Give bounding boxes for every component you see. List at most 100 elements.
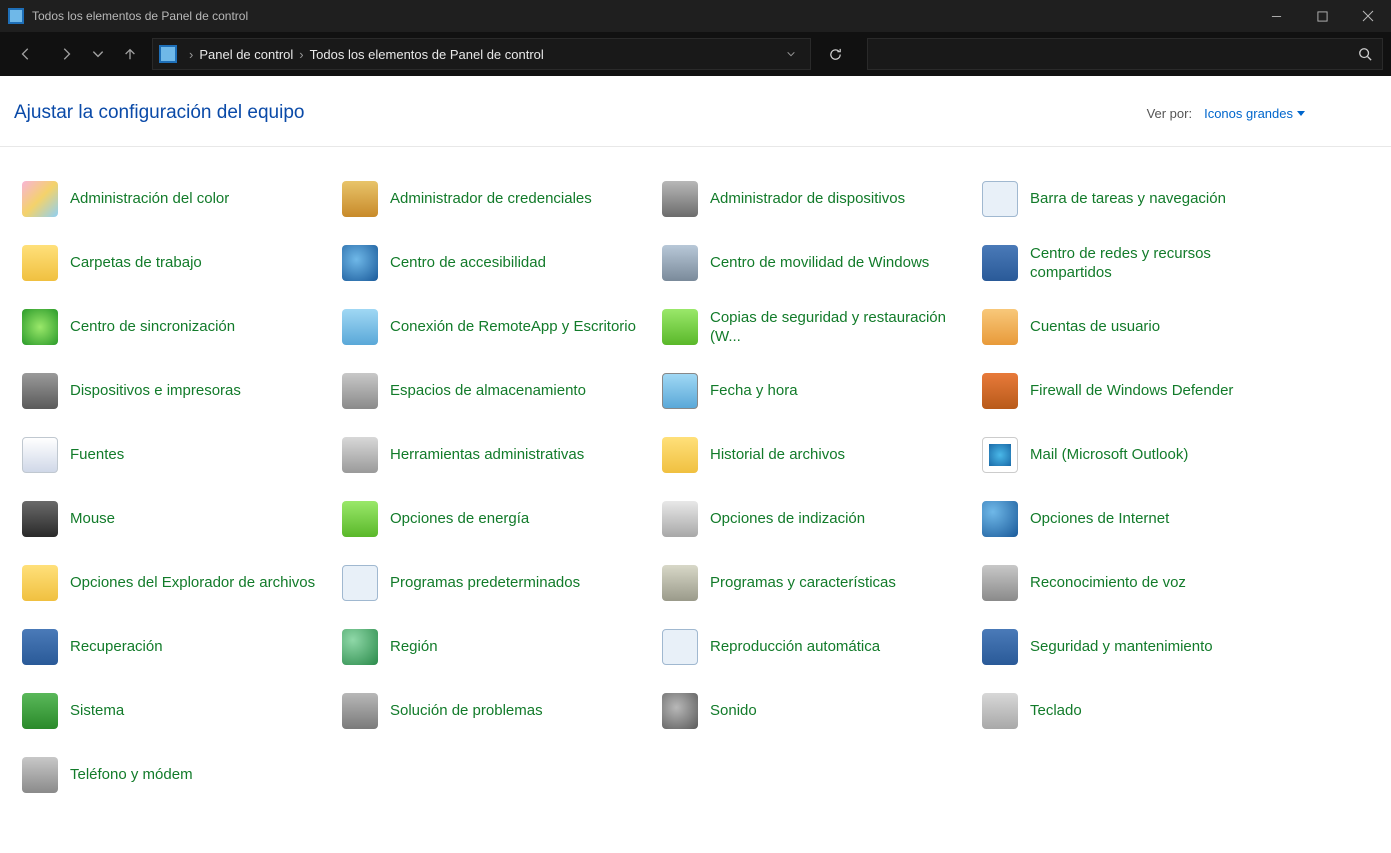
address-bar[interactable]: › Panel de control › Todos los elementos… [152,38,811,70]
item-label: Herramientas administrativas [390,445,584,465]
item-label: Recuperación [70,637,163,657]
control-panel-item-work-folders[interactable]: Carpetas de trabajo [14,231,334,295]
item-label: Administrador de dispositivos [710,189,905,209]
control-panel-item-devices-printers[interactable]: Dispositivos e impresoras [14,359,334,423]
credential-manager-icon [340,179,380,219]
back-button[interactable] [8,38,44,70]
mouse-icon [20,499,60,539]
control-panel-item-admin-tools[interactable]: Herramientas administrativas [334,423,654,487]
storage-spaces-icon [340,371,380,411]
forward-button[interactable] [48,38,84,70]
view-by-dropdown[interactable]: Iconos grandes [1204,106,1305,121]
control-panel-item-mail-outlook[interactable]: Mail (Microsoft Outlook) [974,423,1294,487]
control-panel-item-sync-center[interactable]: Centro de sincronización [14,295,334,359]
control-panel-item-windows-firewall[interactable]: Firewall de Windows Defender [974,359,1294,423]
item-label: Reproducción automática [710,637,880,657]
item-label: Sonido [710,701,757,721]
control-panel-item-network-sharing[interactable]: Centro de redes y recursos compartidos [974,231,1294,295]
control-panel-window-icon [8,8,24,24]
admin-tools-icon [340,435,380,475]
sync-center-icon [20,307,60,347]
control-panel-item-power-options[interactable]: Opciones de energía [334,487,654,551]
control-panel-item-credential-manager[interactable]: Administrador de credenciales [334,167,654,231]
chevron-down-icon [1297,111,1305,116]
view-by-value: Iconos grandes [1204,106,1293,121]
control-panel-item-indexing-options[interactable]: Opciones de indización [654,487,974,551]
control-panel-item-region[interactable]: Región [334,615,654,679]
control-panel-item-remoteapp[interactable]: Conexión de RemoteApp y Escritorio [334,295,654,359]
control-panel-item-date-time[interactable]: Fecha y hora [654,359,974,423]
item-label: Conexión de RemoteApp y Escritorio [390,317,636,337]
mail-outlook-icon [980,435,1020,475]
item-label: Centro de movilidad de Windows [710,253,929,273]
item-label: Copias de seguridad y restauración (W... [710,308,968,347]
item-label: Barra de tareas y navegación [1030,189,1226,209]
item-label: Historial de archivos [710,445,845,465]
ease-of-access-icon [340,243,380,283]
color-management-icon [20,179,60,219]
work-folders-icon [20,243,60,283]
close-button[interactable] [1345,0,1391,32]
item-label: Fuentes [70,445,124,465]
item-label: Mail (Microsoft Outlook) [1030,445,1188,465]
item-label: Seguridad y mantenimiento [1030,637,1213,657]
control-panel-item-ease-of-access[interactable]: Centro de accesibilidad [334,231,654,295]
page-title: Ajustar la configuración del equipo [14,102,304,124]
keyboard-icon [980,691,1020,731]
speech-recognition-icon [980,563,1020,603]
control-panel-item-autoplay[interactable]: Reproducción automática [654,615,974,679]
control-panel-item-device-manager[interactable]: Administrador de dispositivos [654,167,974,231]
control-panel-item-security-maintenance[interactable]: Seguridad y mantenimiento [974,615,1294,679]
control-panel-item-programs-features[interactable]: Programas y características [654,551,974,615]
system-icon [20,691,60,731]
taskbar-navigation-icon [980,179,1020,219]
item-label: Programas predeterminados [390,573,580,593]
backup-restore-icon [660,307,700,347]
control-panel-item-storage-spaces[interactable]: Espacios de almacenamiento [334,359,654,423]
item-label: Teléfono y módem [70,765,193,785]
control-panel-item-color-management[interactable]: Administración del color [14,167,334,231]
control-panel-item-internet-options[interactable]: Opciones de Internet [974,487,1294,551]
remoteapp-icon [340,307,380,347]
maximize-button[interactable] [1299,0,1345,32]
control-panel-item-speech-recognition[interactable]: Reconocimiento de voz [974,551,1294,615]
breadcrumb-item[interactable]: Panel de control [199,47,293,62]
control-panel-item-mouse[interactable]: Mouse [14,487,334,551]
control-panel-item-phone-modem[interactable]: Teléfono y módem [14,743,334,807]
control-panel-item-taskbar-navigation[interactable]: Barra de tareas y navegación [974,167,1294,231]
control-panel-item-mobility-center[interactable]: Centro de movilidad de Windows [654,231,974,295]
date-time-icon [660,371,700,411]
item-label: Sistema [70,701,124,721]
control-panel-item-default-programs[interactable]: Programas predeterminados [334,551,654,615]
refresh-button[interactable] [815,38,855,70]
breadcrumb-item[interactable]: Todos los elementos de Panel de control [310,47,544,62]
item-label: Firewall de Windows Defender [1030,381,1233,401]
control-panel-item-recovery[interactable]: Recuperación [14,615,334,679]
item-label: Centro de sincronización [70,317,235,337]
up-button[interactable] [112,38,148,70]
recent-locations-button[interactable] [88,38,108,70]
devices-printers-icon [20,371,60,411]
item-label: Opciones de indización [710,509,865,529]
navigation-toolbar: › Panel de control › Todos los elementos… [0,32,1391,76]
minimize-button[interactable] [1253,0,1299,32]
default-programs-icon [340,563,380,603]
control-panel-item-sound[interactable]: Sonido [654,679,974,743]
sound-icon [660,691,700,731]
control-panel-item-fonts[interactable]: Fuentes [14,423,334,487]
control-panel-item-keyboard[interactable]: Teclado [974,679,1294,743]
control-panel-item-troubleshooting[interactable]: Solución de problemas [334,679,654,743]
control-panel-item-system[interactable]: Sistema [14,679,334,743]
control-panel-item-file-history[interactable]: Historial de archivos [654,423,974,487]
internet-options-icon [980,499,1020,539]
control-panel-item-file-explorer-options[interactable]: Opciones del Explorador de archivos [14,551,334,615]
control-panel-item-user-accounts[interactable]: Cuentas de usuario [974,295,1294,359]
control-panel-item-backup-restore[interactable]: Copias de seguridad y restauración (W... [654,295,974,359]
address-history-chevron-icon[interactable] [786,47,796,62]
file-history-icon [660,435,700,475]
item-label: Opciones del Explorador de archivos [70,573,315,593]
search-input[interactable] [867,38,1383,70]
control-panel-items-grid: Administración del colorAdministrador de… [0,147,1391,807]
item-label: Centro de redes y recursos compartidos [1030,244,1288,283]
item-label: Opciones de energía [390,509,529,529]
